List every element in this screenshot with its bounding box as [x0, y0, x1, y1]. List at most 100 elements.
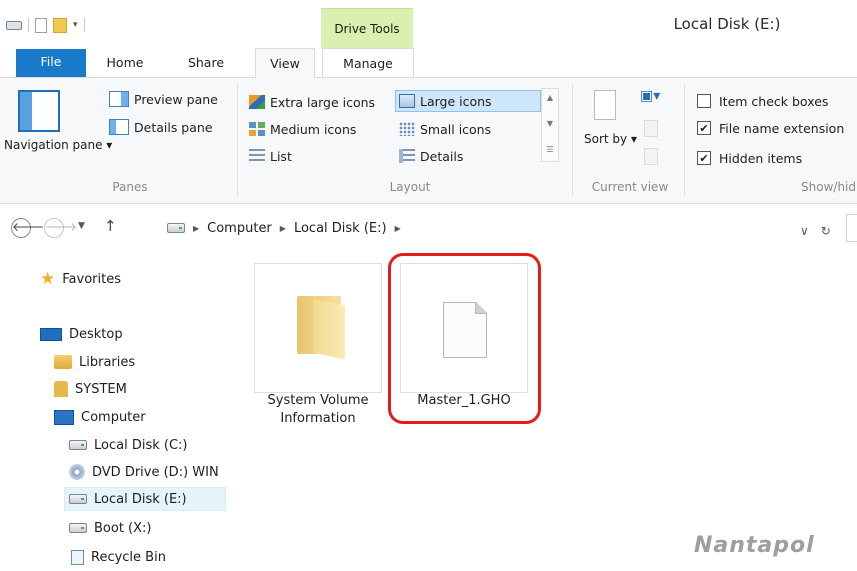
recycle-bin-icon: [71, 549, 84, 565]
hidden-items-label: Hidden items: [719, 150, 803, 166]
divider: [28, 18, 29, 32]
medium-icons-button[interactable]: Medium icons: [246, 118, 359, 140]
tree-item-label: Boot (X:): [94, 520, 152, 536]
breadcrumb-separator-icon[interactable]: ▶: [280, 224, 286, 233]
extra-large-icons-icon: [249, 95, 265, 109]
list-view-button[interactable]: List: [246, 145, 295, 167]
address-bar-row: 🡐 🡒 ▼ ↑ ▶ Computer ▶ Local Disk (E:) ▶ ∨…: [0, 206, 857, 246]
highlight-annotation: [388, 253, 541, 424]
preview-pane-button[interactable]: Preview pane: [106, 88, 221, 110]
refresh-icon[interactable]: ↻: [821, 224, 831, 238]
sort-by-button[interactable]: Sort by ▾: [584, 88, 637, 168]
new-folder-icon[interactable]: [53, 17, 67, 33]
add-columns-icon: [644, 120, 658, 137]
user-folder-icon: [54, 381, 68, 397]
file-name-line-2: Information: [280, 411, 356, 426]
address-box[interactable]: ▶ Computer ▶ Local Disk (E:) ▶: [156, 214, 840, 242]
item-check-boxes-label: Item check boxes: [719, 93, 829, 109]
ribbon-tabs: File Home Share View Manage: [0, 48, 857, 79]
file-list: System Volume Information Master_1.GHO: [232, 250, 857, 571]
tree-item-recycle-bin[interactable]: Recycle Bin: [71, 545, 166, 569]
breadcrumb-separator-icon[interactable]: ▶: [193, 224, 199, 233]
sort-by-icon: [594, 90, 616, 120]
watermark: Nantapol: [694, 533, 815, 558]
details-label: Details: [420, 148, 464, 164]
group-label-layout: Layout: [389, 180, 431, 194]
tree-item-label: Local Disk (C:): [94, 437, 188, 453]
tree-item-system[interactable]: SYSTEM: [54, 377, 127, 401]
tab-manage[interactable]: Manage: [322, 48, 414, 78]
large-icons-label: Large icons: [420, 93, 492, 109]
drive-icon: [6, 20, 22, 30]
scroll-up-icon[interactable]: ▲: [542, 93, 558, 102]
preview-pane-label: Preview pane: [134, 91, 218, 107]
tab-view[interactable]: View: [255, 48, 315, 79]
large-icons-icon: [399, 94, 415, 108]
tree-item-label: Computer: [81, 409, 146, 425]
up-button[interactable]: ↑: [104, 217, 117, 235]
tree-item-dvd-drive-d[interactable]: DVD Drive (D:) WIN: [69, 460, 232, 484]
scroll-down-icon[interactable]: ▼: [542, 119, 558, 128]
tree-item-label: Local Disk (E:): [94, 491, 187, 507]
ribbon: Navigation pane ▾ Preview pane Details p…: [0, 78, 857, 204]
tree-item-label: Libraries: [79, 354, 136, 370]
recent-locations-icon[interactable]: ▼: [78, 221, 85, 231]
back-button[interactable]: 🡐: [11, 218, 44, 238]
computer-icon: [54, 409, 74, 425]
desktop-icon: [40, 327, 62, 341]
details-view-button[interactable]: Details: [396, 145, 466, 167]
tree-item-libraries[interactable]: Libraries: [54, 350, 135, 374]
file-name-extensions-toggle[interactable]: ✔ File name extension: [694, 117, 847, 139]
navigation-pane: ★ Favorites Desktop Libraries SYSTEM Com…: [0, 250, 232, 571]
extra-large-icons-label: Extra large icons: [270, 94, 376, 110]
breadcrumb-local-disk-e[interactable]: Local Disk (E:): [294, 221, 387, 236]
tree-item-local-disk-e[interactable]: Local Disk (E:): [64, 487, 226, 511]
tree-item-favorites[interactable]: ★ Favorites: [40, 267, 121, 291]
forward-button[interactable]: 🡒: [44, 218, 77, 238]
hidden-items-toggle[interactable]: ✔ Hidden items: [694, 147, 805, 169]
tree-item-desktop[interactable]: Desktop: [40, 322, 123, 346]
customize-qat-icon[interactable]: ▾: [73, 20, 78, 30]
tab-home[interactable]: Home: [95, 48, 155, 78]
tree-item-label: Recycle Bin: [91, 549, 166, 565]
sort-by-label: Sort by ▾: [584, 132, 637, 146]
tree-item-boot-x[interactable]: Boot (X:): [69, 516, 151, 540]
libraries-icon: [54, 355, 72, 369]
group-by-icon[interactable]: ▣▾: [640, 88, 670, 108]
layout-gallery-scroll[interactable]: ▲ ▼ ☰: [541, 88, 559, 162]
checkbox[interactable]: [697, 94, 711, 108]
file-item-folder[interactable]: [254, 263, 382, 393]
navigation-pane-button[interactable]: Navigation pane ▾: [4, 86, 112, 172]
gallery-expand-icon[interactable]: ☰: [542, 145, 558, 154]
group-label-panes: Panes: [112, 180, 148, 194]
quick-access-toolbar: ▾: [6, 16, 85, 34]
details-pane-button[interactable]: Details pane: [106, 116, 216, 138]
medium-icons-label: Medium icons: [270, 121, 357, 137]
tab-file[interactable]: File: [16, 49, 86, 77]
properties-icon[interactable]: [35, 17, 47, 33]
tree-item-computer[interactable]: Computer: [54, 405, 146, 429]
checkbox-checked[interactable]: ✔: [697, 151, 711, 165]
group-divider: [572, 84, 573, 196]
medium-icons-icon: [249, 122, 265, 136]
checkbox-checked[interactable]: ✔: [697, 121, 711, 135]
large-icons-button[interactable]: Large icons: [395, 90, 541, 112]
tab-share[interactable]: Share: [178, 48, 234, 78]
breadcrumb-separator-icon[interactable]: ▶: [395, 224, 401, 233]
dvd-icon: [69, 464, 85, 480]
extra-large-icons-button[interactable]: Extra large icons: [246, 91, 378, 113]
small-icons-label: Small icons: [420, 121, 492, 137]
drive-icon: [69, 494, 87, 504]
file-item-label: System Volume Information: [248, 392, 388, 428]
file-name-line-1: System Volume: [267, 393, 369, 408]
address-dropdown-icon[interactable]: ∨: [800, 224, 809, 238]
star-icon: ★: [40, 268, 56, 289]
item-check-boxes-toggle[interactable]: Item check boxes: [694, 90, 831, 112]
group-divider: [237, 84, 238, 196]
tree-item-local-disk-c[interactable]: Local Disk (C:): [69, 433, 187, 457]
breadcrumb-computer[interactable]: Computer: [207, 221, 272, 236]
details-pane-label: Details pane: [134, 119, 213, 135]
drive-icon: [167, 223, 185, 233]
small-icons-button[interactable]: Small icons: [396, 118, 494, 140]
search-box[interactable]: [846, 214, 857, 242]
